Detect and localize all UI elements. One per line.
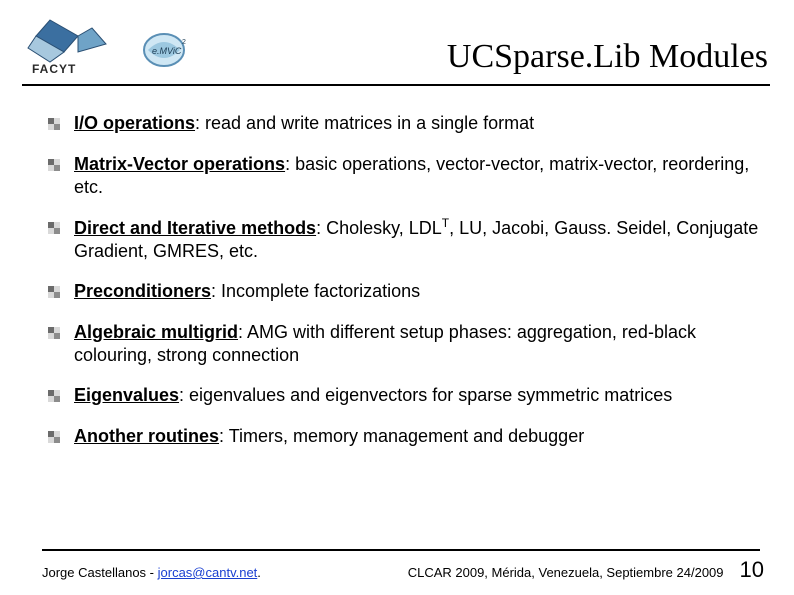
list-item: Eigenvalues: eigenvalues and eigenvector… xyxy=(48,384,764,407)
list-item-text: I/O operations: read and write matrices … xyxy=(74,112,534,135)
emvic-logo: e.MViC 2 xyxy=(138,26,194,76)
item-rest: : Timers, memory management and debugger xyxy=(219,426,584,446)
item-heading-underline: Eigenvalues xyxy=(74,385,179,405)
author-name: Jorge Castellanos - xyxy=(42,565,158,580)
list-item-text: Another routines: Timers, memory managem… xyxy=(74,425,584,448)
svg-text:2: 2 xyxy=(182,39,186,46)
item-rest: : Incomplete factorizations xyxy=(211,281,420,301)
item-rest-pre: : Cholesky, LDL xyxy=(316,218,442,238)
list-item-text: Direct and Iterative methods: Cholesky, … xyxy=(74,216,764,262)
item-heading-underline: Another routines xyxy=(74,426,219,446)
list-item: Algebraic multigrid: AMG with different … xyxy=(48,321,764,366)
item-heading-underline: Preconditioners xyxy=(74,281,211,301)
email-dot: . xyxy=(257,565,261,580)
item-heading-underline: I/O operations xyxy=(74,113,195,133)
bullet-icon xyxy=(48,221,60,239)
page-number: 10 xyxy=(740,557,764,583)
item-heading-underline: Direct and Iterative methods xyxy=(74,218,316,238)
footer-venue: CLCAR 2009, Mérida, Venezuela, Septiembr… xyxy=(408,565,724,580)
item-rest: : eigenvalues and eigenvectors for spars… xyxy=(179,385,672,405)
svg-text:e.MViC: e.MViC xyxy=(152,46,182,56)
item-heading: Direct and Iterative methods xyxy=(74,218,316,238)
item-rest: : read and write matrices in a single fo… xyxy=(195,113,534,133)
item-heading: Preconditioners xyxy=(74,281,211,301)
item-heading: Matrix-Vector operations xyxy=(74,154,285,174)
svg-text:FACYT: FACYT xyxy=(32,62,76,76)
list-item: I/O operations: read and write matrices … xyxy=(48,112,764,135)
bullet-icon xyxy=(48,158,60,176)
footer-line xyxy=(42,549,760,551)
item-heading: Algebraic multigrid xyxy=(74,322,238,342)
list-item: Preconditioners: Incomplete factorizatio… xyxy=(48,280,764,303)
slide-content: I/O operations: read and write matrices … xyxy=(0,86,794,476)
bullet-icon xyxy=(48,389,60,407)
list-item: Matrix-Vector operations: basic operatio… xyxy=(48,153,764,198)
list-item-text: Matrix-Vector operations: basic operatio… xyxy=(74,153,764,198)
logo-area: FACYT e.MViC 2 xyxy=(22,18,194,76)
list-item: Direct and Iterative methods: Cholesky, … xyxy=(48,216,764,262)
list-item-text: Eigenvalues: eigenvalues and eigenvector… xyxy=(74,384,672,407)
list-item-text: Algebraic multigrid: AMG with different … xyxy=(74,321,764,366)
item-heading: I/O operations xyxy=(74,113,195,133)
slide-title: UCSparse.Lib Modules xyxy=(194,38,770,76)
facyt-logo: FACYT xyxy=(22,18,132,76)
footer-author: Jorge Castellanos - jorcas@cantv.net. xyxy=(42,565,261,580)
footer-right: CLCAR 2009, Mérida, Venezuela, Septiembr… xyxy=(408,557,764,583)
slide-footer: Jorge Castellanos - jorcas@cantv.net. CL… xyxy=(0,557,794,583)
list-item-text: Preconditioners: Incomplete factorizatio… xyxy=(74,280,420,303)
bullet-icon xyxy=(48,117,60,135)
author-email-link[interactable]: jorcas@cantv.net xyxy=(158,565,258,580)
slide-header: FACYT e.MViC 2 UCSparse.Lib Modules xyxy=(0,0,794,84)
item-heading: Another routines xyxy=(74,426,219,446)
item-heading-underline: Algebraic multigrid xyxy=(74,322,238,342)
list-item: Another routines: Timers, memory managem… xyxy=(48,425,764,448)
bullet-icon xyxy=(48,430,60,448)
bullet-icon xyxy=(48,285,60,303)
item-heading-underline: Matrix-Vector operations xyxy=(74,154,285,174)
bullet-icon xyxy=(48,326,60,344)
item-heading: Eigenvalues xyxy=(74,385,179,405)
